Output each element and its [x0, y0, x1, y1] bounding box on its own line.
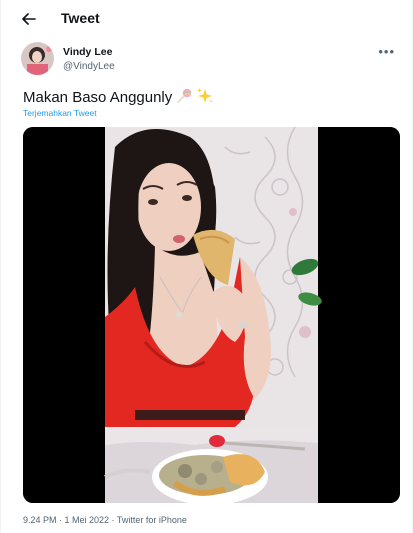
tweet-page: Tweet Vindy Lee @VindyLee ••• Makan Baso…	[0, 0, 413, 533]
tweet-media[interactable]	[23, 127, 400, 503]
page-title: Tweet	[61, 10, 100, 26]
arrow-left-icon	[22, 13, 36, 25]
translate-tweet-link[interactable]: Terjemahkan Tweet	[23, 108, 97, 118]
tweet-body: Makan Baso Anggunly	[23, 89, 173, 106]
more-options-icon[interactable]: •••	[378, 44, 395, 59]
tweet-timestamp[interactable]: 9.24 PM · 1 Mei 2022 · Twitter for iPhon…	[23, 515, 187, 525]
lollipop-icon	[175, 88, 193, 108]
tweet-author: Vindy Lee @VindyLee •••	[21, 42, 401, 78]
avatar[interactable]	[21, 42, 54, 75]
sparkles-icon	[196, 87, 214, 108]
media-photo	[23, 127, 400, 503]
author-handle[interactable]: @VindyLee	[63, 61, 115, 72]
top-bar: Tweet	[1, 0, 413, 38]
author-name[interactable]: Vindy Lee	[63, 46, 112, 58]
tweet-text: Makan Baso Anggunly	[23, 87, 214, 108]
back-button[interactable]	[19, 9, 39, 29]
